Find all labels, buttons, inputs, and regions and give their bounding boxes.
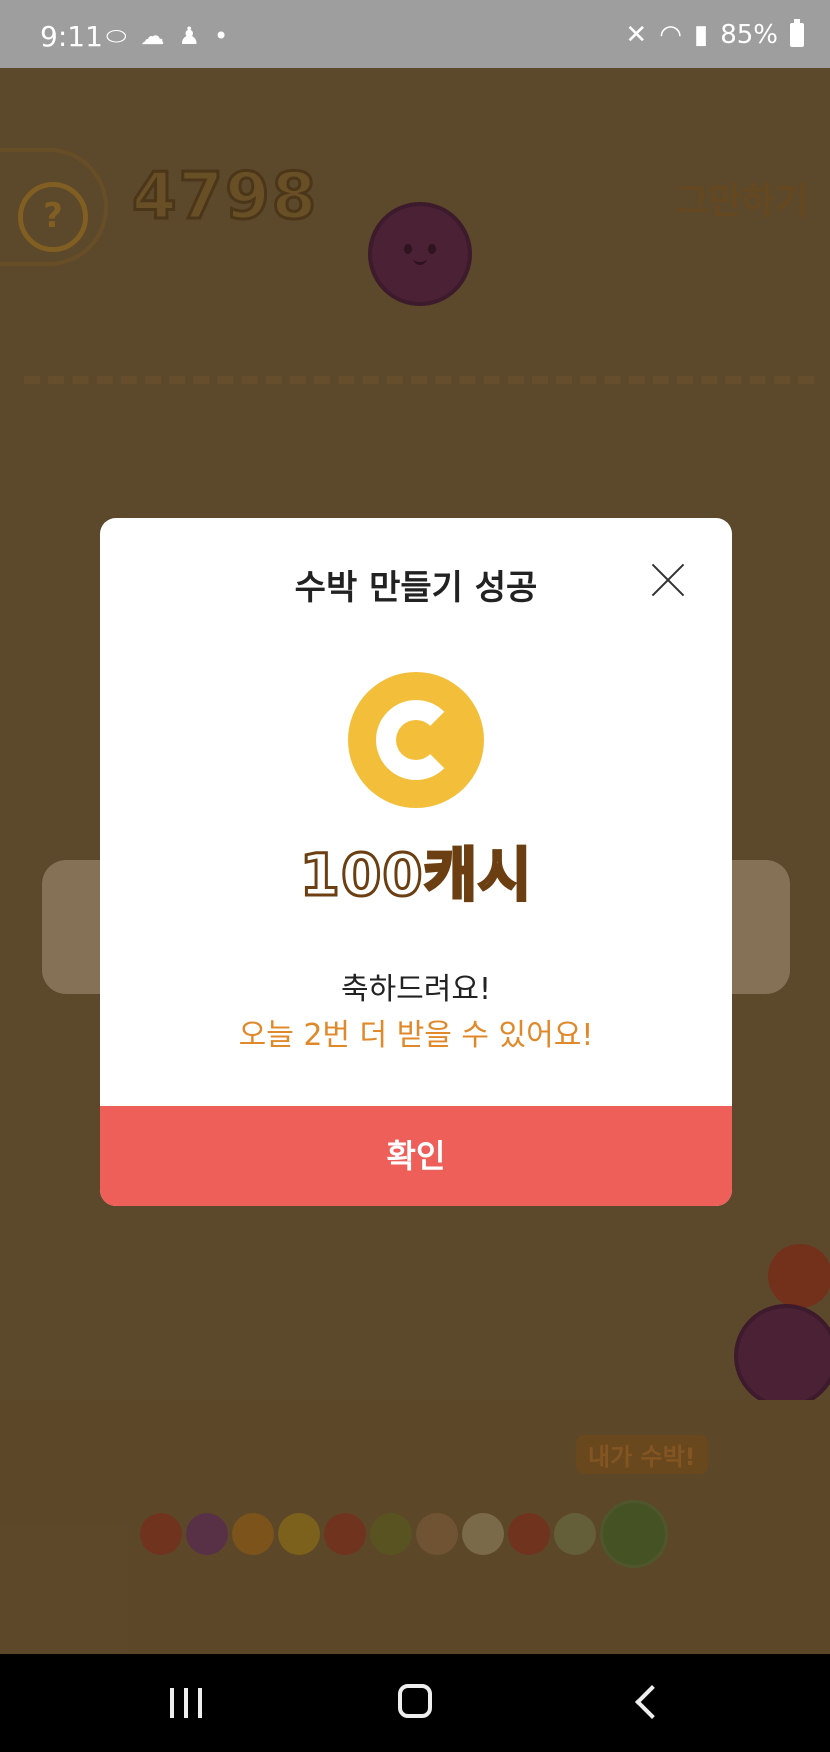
cash-coin-icon [348,672,484,808]
back-icon[interactable] [635,1685,669,1719]
home-icon[interactable] [398,1684,432,1718]
close-icon[interactable] [650,562,686,598]
navigation-bar [0,1654,830,1752]
reward-amount: 100캐시 [298,840,533,911]
person-icon: ♟ [178,22,201,50]
status-right: ✕ ◠ ▮ 85% [625,19,804,50]
notification-icons: ⬭ ☁ ♟ • [106,22,228,50]
pill-icon: ⬭ [106,22,127,50]
cloud-icon: ☁ [140,22,165,50]
battery-icon [790,19,804,47]
signal-icon: ▮ [693,20,709,50]
dot-icon: • [214,22,229,50]
remaining-message: 오늘 2번 더 받을 수 있어요! [238,1018,594,1053]
status-bar: 9:11 ⬭ ☁ ♟ • ✕ ◠ ▮ 85% [0,0,830,68]
confirm-button[interactable]: 확인 [100,1106,732,1206]
wifi-icon: ◠ [659,20,682,50]
battery-percent: 85% [720,20,778,50]
recent-apps-icon[interactable] [170,1688,202,1718]
mute-icon: ✕ [625,20,648,50]
coin-letter-c [376,700,456,780]
success-modal: 수박 만들기 성공 100캐시 축하드려요! 오늘 2번 더 받을 수 있어요!… [100,518,732,1206]
modal-title: 수박 만들기 성공 [294,568,538,608]
congrats-message: 축하드려요! [340,972,492,1007]
status-time: 9:11 [40,20,103,53]
